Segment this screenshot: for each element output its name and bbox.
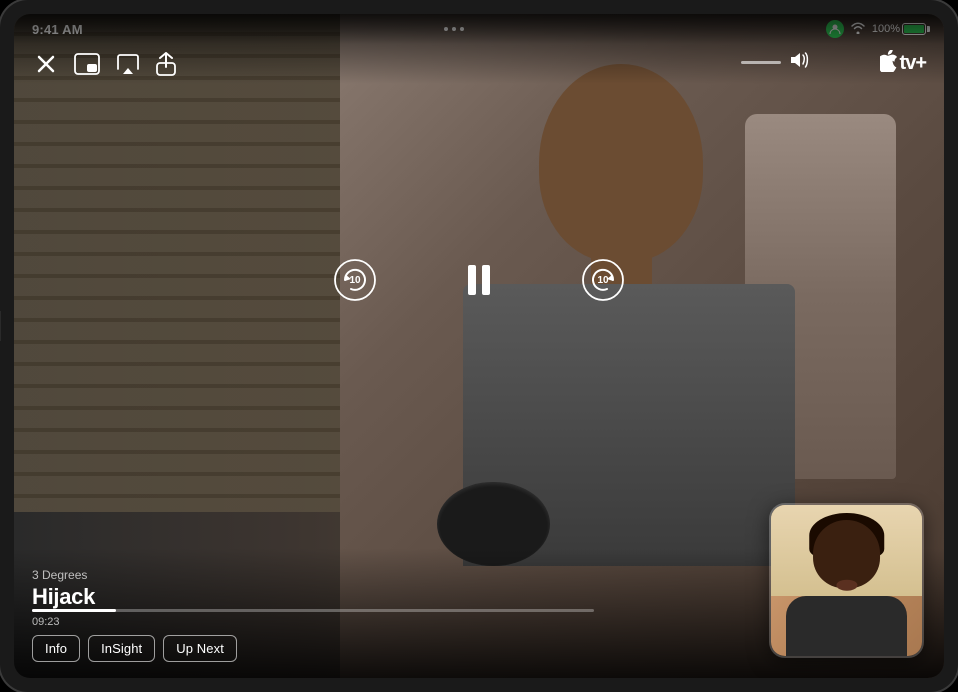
playback-controls: 10 10 xyxy=(333,258,625,302)
volume-icon xyxy=(789,52,809,73)
volume-control[interactable] xyxy=(741,52,809,73)
show-title: Hijack xyxy=(32,584,95,610)
ft-person-head xyxy=(813,520,881,588)
progress-bar[interactable] xyxy=(32,609,594,612)
top-controls-overlay: tv+ xyxy=(14,14,944,84)
rewind-button[interactable]: 10 xyxy=(333,258,377,302)
progress-time: 09:23 xyxy=(32,616,594,628)
pip-button[interactable] xyxy=(72,50,102,78)
close-button[interactable] xyxy=(32,50,60,78)
pause-bar-right xyxy=(482,265,490,295)
airplay-button[interactable] xyxy=(114,50,142,78)
forward-button[interactable]: 10 xyxy=(581,258,625,302)
rewind-label: 10 xyxy=(349,275,360,286)
ft-person-body xyxy=(786,596,907,656)
forward-label: 10 xyxy=(597,275,608,286)
progress-fill xyxy=(32,609,116,612)
pause-icon xyxy=(468,265,490,295)
tv-plus-text: tv+ xyxy=(900,52,926,75)
share-button[interactable] xyxy=(152,50,180,78)
action-buttons: Info InSight Up Next xyxy=(32,635,237,662)
actor-head xyxy=(539,64,703,262)
facetime-bg xyxy=(771,505,922,656)
apple-icon xyxy=(880,50,898,76)
ipad-screen: 9:41 AM xyxy=(14,14,944,678)
appletv-logo: tv+ xyxy=(880,50,926,76)
insight-button[interactable]: InSight xyxy=(88,635,155,662)
pause-button[interactable] xyxy=(457,258,501,302)
up-next-button[interactable]: Up Next xyxy=(163,635,237,662)
info-button[interactable]: Info xyxy=(32,635,80,662)
volume-bar xyxy=(741,61,781,64)
facetime-pip[interactable] xyxy=(769,503,924,658)
show-subtitle: 3 Degrees xyxy=(32,568,95,582)
blind-panel xyxy=(14,14,340,512)
ipad-frame: 9:41 AM xyxy=(0,0,958,692)
pause-bar-left xyxy=(468,265,476,295)
side-button xyxy=(0,311,1,341)
progress-container[interactable]: 09:23 xyxy=(32,609,594,628)
show-info: 3 Degrees Hijack xyxy=(32,568,95,610)
